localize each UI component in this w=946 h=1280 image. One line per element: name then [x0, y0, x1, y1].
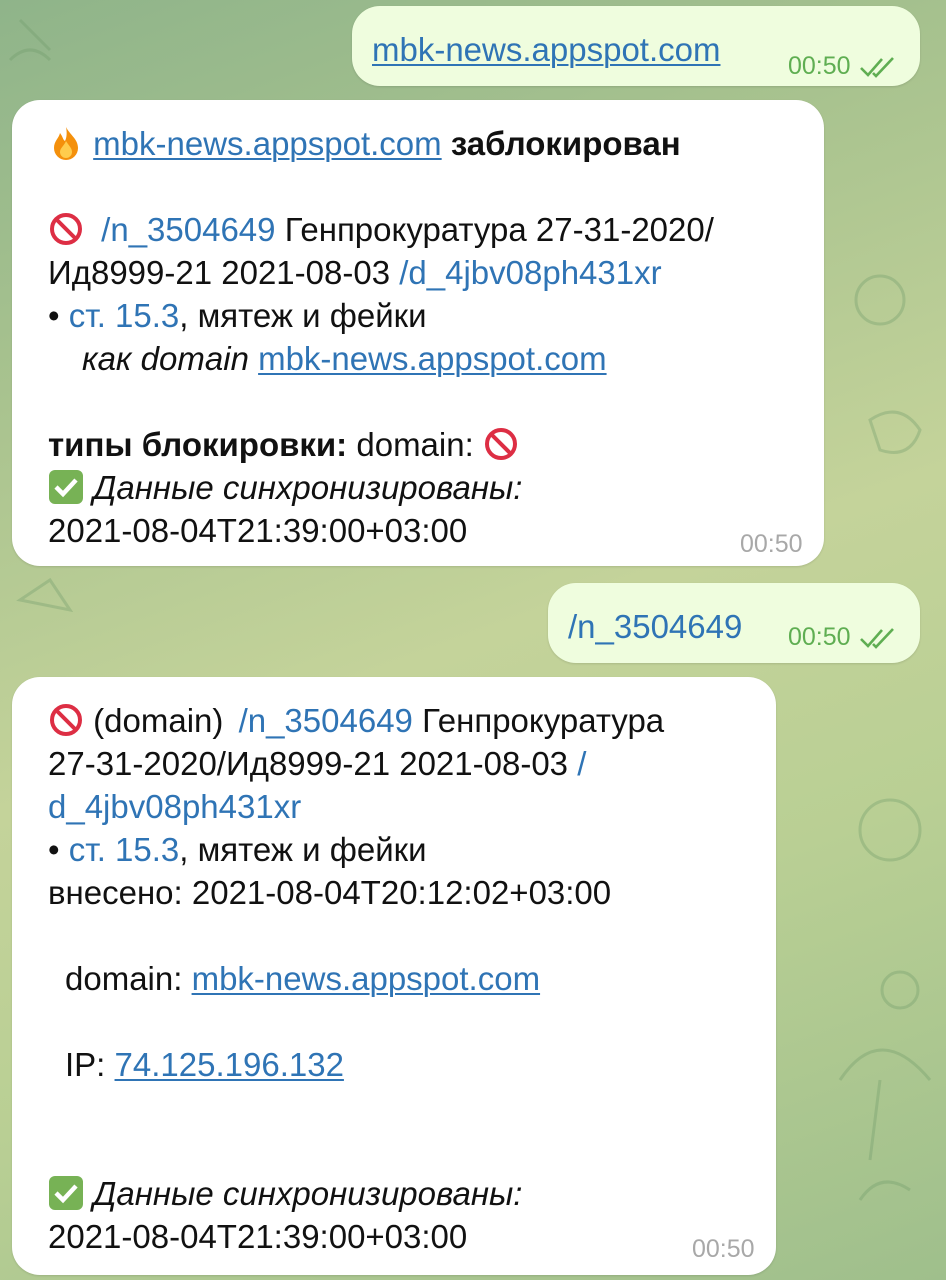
- as-domain-line: как domain mbk-news.appspot.com: [48, 337, 714, 380]
- document-command-link[interactable]: d_4jbv08ph431xr: [48, 788, 301, 825]
- incoming-message: mbk-news.appspot.com заблокирован /n_350…: [12, 100, 824, 566]
- article-line: • ст. 15.3, мятеж и фейки: [48, 828, 664, 871]
- article-link[interactable]: ст. 15.3: [69, 297, 180, 334]
- entry-command-link[interactable]: /n_3504649: [239, 702, 413, 739]
- message-link[interactable]: mbk-news.appspot.com: [372, 28, 720, 71]
- sync-line: Данные синхронизированы:: [48, 466, 714, 509]
- entry-decision: Ид8999-21 2021-08-03: [48, 254, 391, 291]
- domain-label: domain:: [65, 960, 183, 997]
- entry-authority: Генпрокуратура 27-31-2020/: [284, 211, 714, 248]
- message-time: 00:50: [692, 1235, 755, 1263]
- entry-authority: Генпрокуратура: [422, 702, 665, 739]
- message-time: 00:50: [788, 52, 897, 80]
- article-description: , мятеж и фейки: [179, 831, 427, 868]
- entry-command-link[interactable]: /n_3504649: [101, 211, 275, 248]
- entry-decision: 27-31-2020/Ид8999-21 2021-08-03: [48, 745, 569, 782]
- article-link[interactable]: ст. 15.3: [69, 831, 180, 868]
- check-mark-icon: [49, 1176, 83, 1210]
- as-domain-link[interactable]: mbk-news.appspot.com: [258, 340, 606, 377]
- sync-label: Данные синхронизированы:: [93, 469, 523, 506]
- no-entry-icon: [484, 428, 517, 460]
- ip-link[interactable]: 74.125.196.132: [115, 1046, 344, 1083]
- registry-entry-line3: d_4jbv08ph431xr: [48, 785, 664, 828]
- sync-line: Данные синхронизированы:: [48, 1172, 664, 1215]
- domain-line: domain: mbk-news.appspot.com: [48, 957, 664, 1000]
- added-date: внесено: 2021-08-04T20:12:02+03:00: [48, 874, 612, 911]
- as-domain-label: как domain: [82, 340, 249, 377]
- block-status: заблокирован: [450, 125, 681, 162]
- ip-label: IP:: [65, 1046, 106, 1083]
- domain-link[interactable]: mbk-news.appspot.com: [192, 960, 540, 997]
- blocked-domain-link[interactable]: mbk-news.appspot.com: [93, 125, 441, 162]
- ip-line: IP: 74.125.196.132: [48, 1043, 664, 1086]
- document-command-link[interactable]: /d_4jbv08ph431xr: [399, 254, 661, 291]
- no-entry-icon: [50, 213, 82, 245]
- block-types-line: типы блокировки: domain:: [48, 423, 714, 466]
- document-command-link-start[interactable]: /: [577, 745, 586, 782]
- message-command-link[interactable]: /n_3504649: [568, 605, 742, 648]
- incoming-message: (domain) /n_3504649 Генпрокуратура 27-31…: [12, 677, 776, 1275]
- block-types-label: типы блокировки:: [48, 426, 348, 463]
- bullet: •: [48, 297, 60, 334]
- registry-entry-line1: /n_3504649 Генпрокуратура 27-31-2020/: [48, 208, 714, 251]
- article-line: • ст. 15.3, мятеж и фейки: [48, 294, 714, 337]
- check-mark-icon: [49, 470, 83, 504]
- sync-time: 2021-08-04T21:39:00+03:00: [48, 512, 468, 549]
- sync-label: Данные синхронизированы:: [93, 1175, 523, 1212]
- outgoing-message[interactable]: mbk-news.appspot.com 00:50: [352, 6, 920, 86]
- outgoing-message[interactable]: /n_3504649 00:50: [548, 583, 920, 663]
- double-check-icon: [859, 57, 894, 79]
- block-title-line: mbk-news.appspot.com заблокирован: [48, 122, 714, 165]
- time-label: 00:50: [788, 52, 851, 80]
- entry-type: (domain): [93, 702, 224, 739]
- fire-icon: [54, 127, 78, 160]
- registry-entry-line1: (domain) /n_3504649 Генпрокуратура: [48, 699, 664, 742]
- double-check-icon: [859, 628, 894, 650]
- sync-time: 2021-08-04T21:39:00+03:00: [48, 1218, 468, 1255]
- block-types-value: domain:: [356, 426, 474, 463]
- article-description: , мятеж и фейки: [179, 297, 427, 334]
- time-label: 00:50: [788, 623, 851, 651]
- message-time: 00:50: [788, 623, 897, 651]
- bullet: •: [48, 831, 60, 868]
- no-entry-icon: [50, 704, 82, 736]
- registry-entry-line2: 27-31-2020/Ид8999-21 2021-08-03 /: [48, 742, 664, 785]
- registry-entry-line2: Ид8999-21 2021-08-03 /d_4jbv08ph431xr: [48, 251, 714, 294]
- message-time: 00:50: [740, 530, 803, 558]
